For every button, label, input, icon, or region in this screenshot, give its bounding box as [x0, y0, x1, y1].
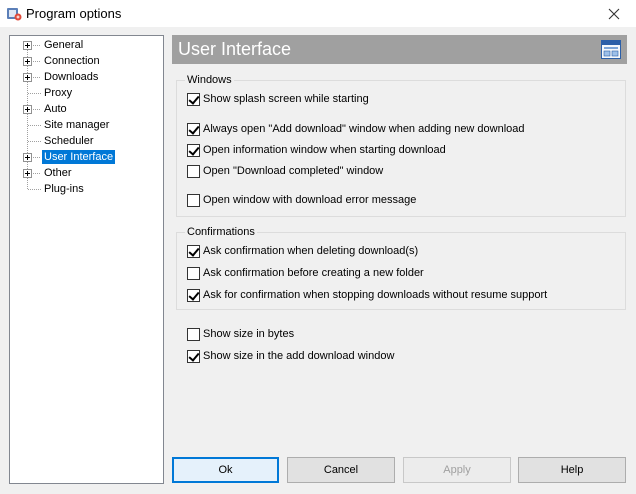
tree-item-label: Proxy — [44, 87, 73, 99]
tree-item-label: Plug-ins — [44, 183, 84, 195]
tree-item-label: Downloads — [44, 71, 99, 83]
option-confirm-new-folder[interactable]: Ask confirmation before creating a new f… — [187, 265, 424, 281]
tree-connector — [33, 173, 41, 174]
tree-item-label: Site manager — [44, 119, 110, 131]
tree-item-scheduler[interactable]: Scheduler — [10, 133, 160, 149]
tree-item-downloads[interactable]: Downloads — [10, 69, 160, 85]
expand-icon[interactable] — [23, 73, 32, 82]
checkbox[interactable] — [187, 143, 200, 157]
tree-item-proxy[interactable]: Proxy — [10, 85, 160, 101]
confirmations-group-legend: Confirmations — [187, 226, 255, 238]
option-confirm-stop-no-resume[interactable]: Ask for confirmation when stopping downl… — [187, 287, 547, 303]
tree-item-label: Connection — [44, 55, 100, 67]
tree-connector — [33, 77, 41, 78]
option-open-add-download[interactable]: Always open "Add download" window when a… — [187, 121, 525, 137]
tree-item-plug-ins[interactable]: Plug-ins — [10, 181, 160, 197]
title-bar: Program options — [0, 0, 636, 28]
apply-button[interactable]: Apply — [403, 457, 511, 483]
tree-connector — [33, 45, 41, 46]
close-icon — [608, 8, 620, 20]
tree-connector — [33, 109, 41, 110]
option-label: Ask confirmation before creating a new f… — [203, 267, 424, 279]
option-label: Open "Download completed" window — [203, 165, 384, 177]
tree-connector — [28, 189, 41, 190]
options-tree[interactable]: General Connection Downloads Proxy Auto … — [9, 35, 164, 484]
checkbox[interactable] — [187, 266, 200, 280]
checkbox[interactable] — [187, 349, 200, 363]
help-button[interactable]: Help — [518, 457, 626, 483]
tree-item-label: Scheduler — [44, 135, 94, 147]
app-icon — [7, 8, 22, 21]
option-open-info-window[interactable]: Open information window when starting do… — [187, 142, 446, 158]
cancel-button[interactable]: Cancel — [287, 457, 395, 483]
tree-connector — [28, 125, 41, 126]
checkbox[interactable] — [187, 193, 200, 207]
checkbox[interactable] — [187, 244, 200, 258]
option-label: Show size in the add download window — [203, 350, 395, 362]
ok-button[interactable]: Ok — [172, 457, 279, 483]
tree-connector — [33, 61, 41, 62]
expand-icon[interactable] — [23, 57, 32, 66]
expand-icon[interactable] — [23, 41, 32, 50]
window-settings-icon — [601, 40, 621, 59]
tree-connector — [28, 93, 41, 94]
window-title: Program options — [26, 6, 122, 21]
panel-header: User Interface — [172, 35, 627, 64]
tree-item-label: Auto — [44, 103, 67, 115]
option-label: Show splash screen while starting — [203, 93, 369, 105]
checkbox[interactable] — [187, 122, 200, 136]
tree-connector — [33, 157, 41, 158]
option-label: Show size in bytes — [203, 328, 295, 340]
tree-item-label: General — [44, 39, 84, 51]
option-label: Open information window when starting do… — [203, 144, 446, 156]
option-label: Always open "Add download" window when a… — [203, 123, 525, 135]
option-confirm-delete[interactable]: Ask confirmation when deleting download(… — [187, 243, 418, 259]
windows-group-legend: Windows — [187, 74, 232, 86]
option-open-error-window[interactable]: Open window with download error message — [187, 192, 416, 208]
option-label: Open window with download error message — [203, 194, 417, 206]
option-show-splash[interactable]: Show splash screen while starting — [187, 91, 369, 107]
option-label: Ask confirmation when deleting download(… — [203, 245, 419, 257]
option-show-size-bytes[interactable]: Show size in bytes — [187, 326, 294, 342]
tree-item-site-manager[interactable]: Site manager — [10, 117, 160, 133]
expand-icon[interactable] — [23, 105, 32, 114]
checkbox[interactable] — [187, 92, 200, 106]
option-label: Ask for confirmation when stopping downl… — [203, 289, 548, 301]
tree-item-user-interface[interactable]: User Interface — [10, 149, 160, 165]
close-button[interactable] — [592, 0, 636, 28]
tree-item-auto[interactable]: Auto — [10, 101, 160, 117]
expand-icon[interactable] — [23, 169, 32, 178]
checkbox[interactable] — [187, 288, 200, 302]
panel-title: User Interface — [178, 39, 292, 59]
expand-icon[interactable] — [23, 153, 32, 162]
tree-connector — [28, 141, 41, 142]
option-open-download-completed[interactable]: Open "Download completed" window — [187, 163, 383, 179]
checkbox[interactable] — [187, 164, 200, 178]
tree-item-label: Other — [44, 167, 72, 179]
checkbox[interactable] — [187, 327, 200, 341]
option-show-size-add-window[interactable]: Show size in the add download window — [187, 348, 394, 364]
tree-item-label: User Interface — [42, 150, 116, 164]
tree-item-connection[interactable]: Connection — [10, 53, 160, 69]
tree-item-general[interactable]: General — [10, 37, 160, 53]
tree-item-other[interactable]: Other — [10, 165, 160, 181]
